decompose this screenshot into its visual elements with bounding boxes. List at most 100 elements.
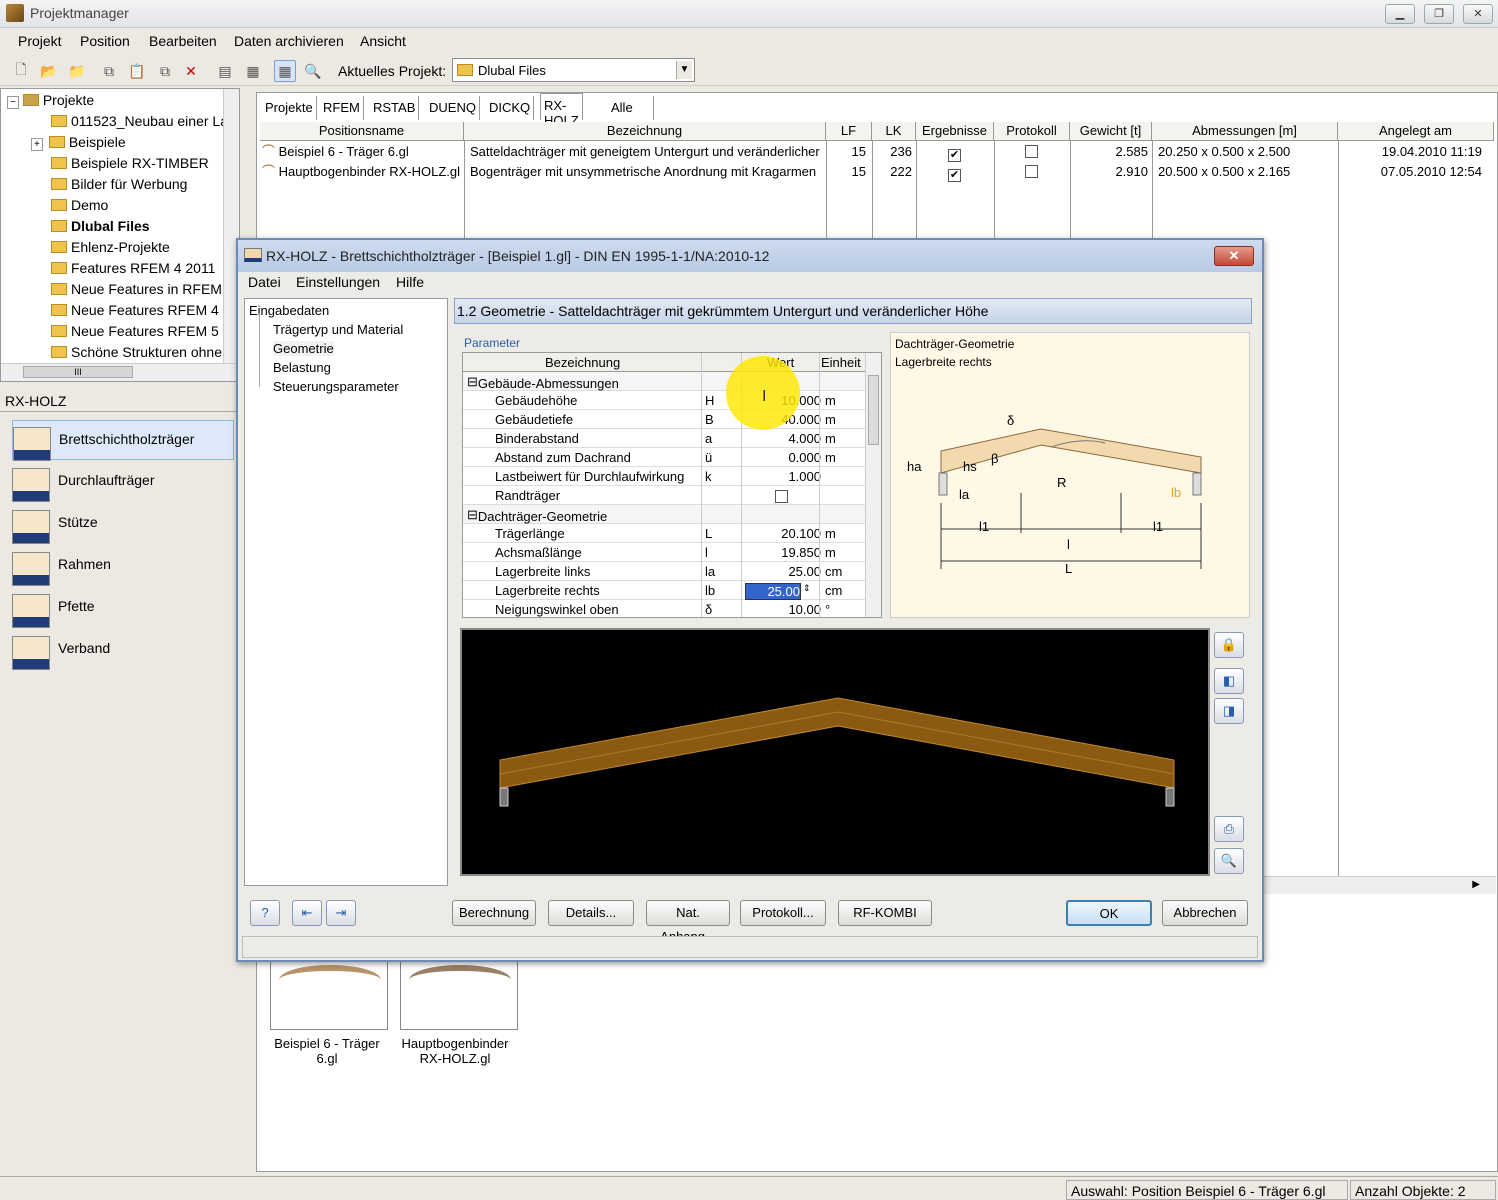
param-row[interactable]: Trägerlänge L 20.100 m — [463, 524, 865, 543]
menu-projekt[interactable]: Projekt — [18, 33, 62, 49]
menu-hilfe[interactable]: Hilfe — [396, 274, 424, 290]
param-value-input[interactable]: 25.00 — [743, 564, 821, 579]
table-horizontal-scrollbar[interactable]: ▶ — [1264, 876, 1496, 894]
col-header[interactable]: LK — [872, 122, 916, 141]
lock-icon[interactable]: 🔒 — [1214, 632, 1244, 658]
col-header[interactable]: Angelegt am — [1338, 122, 1494, 141]
thumbnail-beispiel-6[interactable] — [270, 958, 388, 1030]
tab-duenq[interactable]: DUENQ — [426, 96, 480, 120]
protokoll-button[interactable]: Protokoll... — [740, 900, 826, 926]
nav-eingabedaten[interactable]: Eingabedaten — [249, 303, 329, 318]
delete-icon[interactable]: ✕ — [180, 60, 202, 82]
chevron-down-icon[interactable]: ▼ — [676, 61, 692, 79]
group-gebaeude-abmessungen[interactable]: ⊟ Gebäude-Abmessungen — [463, 372, 865, 391]
col-header[interactable]: Abmessungen [m] — [1152, 122, 1338, 141]
param-value-input[interactable]: 1.000 — [743, 469, 821, 484]
scroll-thumb[interactable]: III — [23, 366, 133, 378]
module-rahmen[interactable]: Rahmen — [12, 546, 234, 586]
tab-dickq[interactable]: DICKQ — [486, 96, 535, 120]
menu-position[interactable]: Position — [80, 33, 130, 49]
col-header[interactable]: Ergebnisse — [916, 122, 994, 141]
spinner-icon[interactable]: ⇕ — [803, 583, 811, 594]
open-folder-icon[interactable]: 📂 — [38, 60, 60, 82]
param-row[interactable]: Achsmaßlänge l 19.850 m — [463, 543, 865, 562]
details-button[interactable]: Details... — [548, 900, 634, 926]
close-button[interactable]: ✕ — [1463, 4, 1493, 24]
module-stuetze[interactable]: Stütze — [12, 504, 234, 544]
new-file-icon[interactable]: 🗋 — [10, 60, 32, 82]
param-row[interactable]: Randträger — [463, 486, 865, 505]
thumbnail-hauptbogenbinder[interactable] — [400, 958, 518, 1030]
col-header[interactable]: Gewicht [t] — [1070, 122, 1152, 141]
properties-icon[interactable]: ▤ — [214, 60, 236, 82]
param-row[interactable]: Gebäudetiefe B 40.000 m — [463, 410, 865, 429]
duplicate-icon[interactable]: ⧉ — [154, 60, 176, 82]
abbrechen-button[interactable]: Abbrechen — [1162, 900, 1248, 926]
grid-view-icon[interactable]: ▦ — [274, 60, 296, 82]
current-project-select[interactable]: Dlubal Files ▼ — [452, 58, 695, 82]
paste-icon[interactable]: 📋 — [126, 60, 148, 82]
copy-icon[interactable]: ⧉ — [98, 60, 120, 82]
param-row[interactable]: Lagerbreite links la 25.00 cm — [463, 562, 865, 581]
param-value-input-active[interactable]: 25.00 — [745, 583, 801, 600]
group-dachtraeger-geometrie[interactable]: ⊟ Dachträger-Geometrie — [463, 505, 865, 524]
tree-horizontal-scrollbar[interactable]: III — [1, 363, 239, 381]
export-icon[interactable]: ⇥ — [326, 900, 356, 926]
col-header[interactable]: LF — [826, 122, 872, 141]
tab-rfem[interactable]: RFEM — [320, 96, 364, 120]
col-header[interactable]: Protokoll — [994, 122, 1070, 141]
param-row[interactable]: Lastbeiwert für Durchlaufwirkung k 1.000 — [463, 467, 865, 486]
restore-button[interactable]: ❐ — [1424, 4, 1454, 24]
protocol-checkbox[interactable] — [1025, 162, 1038, 182]
col-header[interactable]: Bezeichnung — [464, 122, 826, 141]
nav-traegertyp[interactable]: Trägertyp und Material — [273, 322, 403, 337]
zoom-icon[interactable]: 🔍 — [1214, 848, 1244, 874]
minimize-button[interactable]: ▁ — [1385, 4, 1415, 24]
param-row[interactable]: Neigungswinkel oben δ 10.00 ° — [463, 600, 865, 617]
image-icon[interactable]: ▦ — [242, 60, 264, 82]
print-icon[interactable]: ⎙ — [1214, 816, 1244, 842]
param-value-input[interactable]: 19.850 — [743, 545, 821, 560]
param-value-input[interactable]: 4.000 — [743, 431, 821, 446]
tree-item[interactable]: + Beispiele — [31, 134, 245, 155]
folder-star-icon[interactable]: 📁 — [66, 60, 88, 82]
menu-daten-archivieren[interactable]: Daten archivieren — [234, 33, 344, 49]
nav-steuerungsparameter[interactable]: Steuerungsparameter — [273, 379, 399, 394]
col-header[interactable]: Positionsname — [260, 122, 464, 141]
rf-kombi-button[interactable]: RF-KOMBI — [838, 900, 932, 926]
nat-anhang-button[interactable]: Nat. Anhang... — [646, 900, 730, 944]
menu-einstellungen[interactable]: Einstellungen — [296, 274, 380, 290]
berechnung-button[interactable]: Berechnung — [452, 900, 536, 926]
menu-ansicht[interactable]: Ansicht — [360, 33, 406, 49]
preview-icon[interactable]: 🔍 — [302, 60, 324, 82]
results-checkbox[interactable]: ✔ — [948, 142, 961, 162]
results-checkbox[interactable]: ✔ — [948, 162, 961, 182]
ok-button[interactable]: OK — [1066, 900, 1152, 926]
tab-alle[interactable]: Alle — [608, 96, 654, 120]
module-durchlauftraeger[interactable]: Durchlaufträger — [12, 462, 234, 502]
help-icon[interactable]: ? — [250, 900, 280, 926]
view-front-icon[interactable]: ◨ — [1214, 698, 1244, 724]
tab-rx-holz[interactable]: RX-HOLZ — [540, 93, 583, 128]
tab-projekte[interactable]: Projekte — [262, 96, 317, 120]
param-row[interactable]: Abstand zum Dachrand ü 0.000 m — [463, 448, 865, 467]
param-row[interactable]: Gebäudehöhe H 10.000 m — [463, 391, 865, 410]
view-iso-icon[interactable]: ◧ — [1214, 668, 1244, 694]
protocol-checkbox[interactable] — [1025, 142, 1038, 162]
module-verband[interactable]: Verband — [12, 630, 234, 670]
param-value-input[interactable]: 10.00 — [743, 602, 821, 617]
tree-root[interactable]: − Projekte — [7, 92, 221, 113]
nav-geometrie[interactable]: Geometrie — [273, 341, 334, 356]
3d-view[interactable] — [460, 628, 1210, 876]
dialog-close-button[interactable]: ✕ — [1214, 246, 1254, 266]
module-pfette[interactable]: Pfette — [12, 588, 234, 628]
menu-bearbeiten[interactable]: Bearbeiten — [149, 33, 217, 49]
parameter-scrollbar[interactable] — [865, 353, 881, 617]
param-value-input[interactable]: 20.100 — [743, 526, 821, 541]
nav-belastung[interactable]: Belastung — [273, 360, 331, 375]
param-row[interactable]: Binderabstand a 4.000 m — [463, 429, 865, 448]
import-icon[interactable]: ⇤ — [292, 900, 322, 926]
param-value-input[interactable]: 0.000 — [743, 450, 821, 465]
module-brettschichtholztraeger[interactable]: Brettschichtholzträger — [12, 420, 234, 461]
menu-datei[interactable]: Datei — [248, 274, 281, 290]
